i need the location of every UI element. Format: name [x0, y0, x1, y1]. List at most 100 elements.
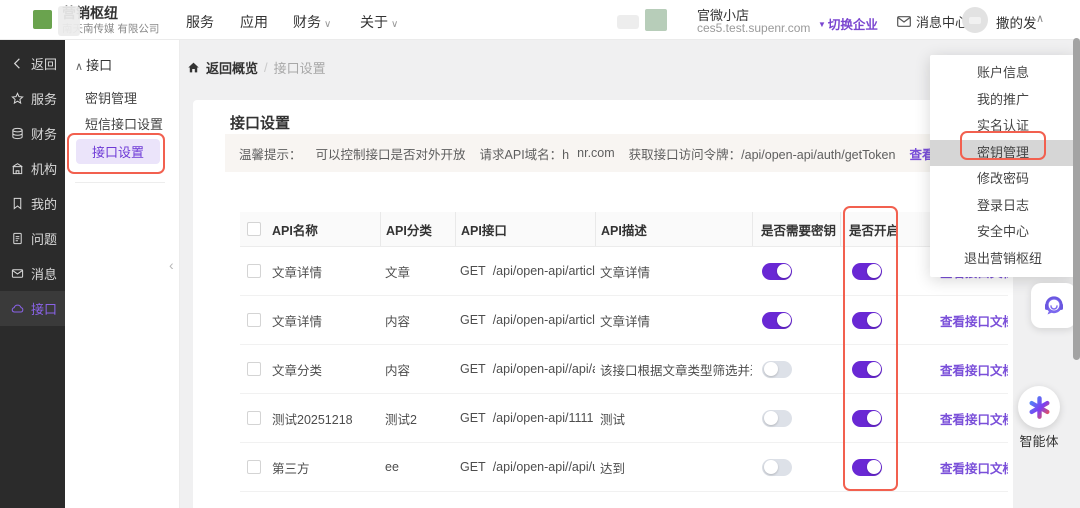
- view-api-docs-link[interactable]: 查看接口文档: [940, 311, 1008, 330]
- api-name: 测试20251218: [270, 394, 380, 442]
- need-key-toggle[interactable]: [762, 312, 792, 329]
- star-icon: [11, 92, 24, 105]
- need-key-toggle[interactable]: [762, 459, 792, 476]
- api-category: ee: [380, 443, 455, 491]
- sidebar-collapse-handle[interactable]: ‹: [169, 257, 174, 273]
- column-header-api-endpoint: API接口: [455, 212, 595, 246]
- page-title: 接口设置: [230, 112, 290, 133]
- nav-item-finance[interactable]: 财务∨: [293, 12, 331, 32]
- nav-item-apps[interactable]: 应用: [240, 12, 268, 32]
- need-key-toggle[interactable]: [762, 361, 792, 378]
- doc-icon: [11, 232, 24, 245]
- row-checkbox[interactable]: [247, 460, 261, 474]
- scrollbar-thumb[interactable]: [1073, 38, 1080, 360]
- enabled-toggle[interactable]: [852, 361, 882, 378]
- sidebar-item-finance[interactable]: 财务: [0, 116, 65, 151]
- submenu-item-key-management[interactable]: 密钥管理: [85, 88, 137, 107]
- submenu-header[interactable]: ∧接口: [75, 55, 112, 74]
- view-api-docs-link[interactable]: 查看接口文档: [940, 458, 1008, 477]
- table-row: 测试20251218 测试2 GET/api/open-api/1111复制 测…: [240, 394, 1008, 443]
- api-description: 达到: [595, 443, 752, 491]
- ai-agent-label: 智能体: [1014, 431, 1064, 450]
- shop-logo: [645, 9, 667, 31]
- switch-company-button[interactable]: ▼切换企业: [818, 14, 878, 33]
- redaction-patch: [617, 15, 639, 29]
- row-checkbox[interactable]: [247, 362, 261, 376]
- api-description: 测试: [595, 394, 752, 442]
- api-endpoint: GET/api/open-api//api/us: [455, 443, 595, 491]
- table-row: 第三方 ee GET/api/open-api//api/us 达到 查看接口文…: [240, 443, 1008, 492]
- menu-item-real-name-auth[interactable]: 实名认证: [930, 113, 1076, 140]
- api-name: 文章分类: [270, 345, 380, 393]
- menu-item-login-logs[interactable]: 登录日志: [930, 193, 1076, 220]
- table-row: 文章分类 内容 GET/api/open-api//api/art 该接口根据文…: [240, 345, 1008, 394]
- api-endpoint: GET/api/open-api/article: [455, 296, 595, 344]
- chevron-down-icon: ∨: [324, 19, 331, 30]
- api-description: 该接口根据文章类型筛选并返回: [595, 345, 752, 393]
- app-screen: 营销枢纽 南天南传媒 有限公司 服务 应用 财务∨ 关于∨ 官微小店 ces5.…: [0, 0, 1080, 508]
- mail-icon: [11, 267, 24, 280]
- row-checkbox[interactable]: [247, 411, 261, 425]
- api-endpoint: GET/api/open-api//api/art: [455, 345, 595, 393]
- breadcrumb-current: 接口设置: [274, 58, 326, 77]
- ai-agent-button[interactable]: [1018, 386, 1060, 428]
- mail-icon: [897, 16, 911, 27]
- breadcrumb-separator: /: [264, 60, 268, 75]
- headset-icon: [1040, 292, 1068, 320]
- sidebar-item-api[interactable]: 接口: [0, 291, 65, 326]
- redaction-patch: [969, 17, 981, 24]
- api-category: 测试2: [380, 394, 455, 442]
- enabled-toggle[interactable]: [852, 410, 882, 427]
- menu-item-security-center[interactable]: 安全中心: [930, 219, 1076, 246]
- row-checkbox[interactable]: [247, 264, 261, 278]
- api-name: 文章详情: [270, 247, 380, 295]
- menu-item-change-password[interactable]: 修改密码: [930, 166, 1076, 193]
- avatar[interactable]: [962, 7, 988, 33]
- view-api-docs-link[interactable]: 查看接口文档: [940, 409, 1008, 428]
- enabled-toggle[interactable]: [852, 312, 882, 329]
- user-name[interactable]: 撒的发: [996, 12, 1037, 32]
- sidebar-item-messages[interactable]: 消息: [0, 256, 65, 291]
- sidebar-item-back[interactable]: 返回: [0, 46, 65, 81]
- column-header-api-description: API描述: [595, 212, 752, 246]
- menu-item-key-management[interactable]: 密钥管理: [930, 140, 1076, 167]
- submenu-item-api-settings[interactable]: 接口设置: [76, 139, 160, 164]
- org-icon: [11, 162, 24, 175]
- enabled-toggle[interactable]: [852, 263, 882, 280]
- column-header-api-name: API名称: [270, 212, 380, 246]
- nav-item-about[interactable]: 关于∨: [360, 12, 398, 32]
- api-category: 文章: [380, 247, 455, 295]
- sidebar-item-services[interactable]: 服务: [0, 81, 65, 116]
- cloud-icon: [11, 302, 24, 315]
- finance-icon: [11, 127, 24, 140]
- need-key-toggle[interactable]: [762, 410, 792, 427]
- enabled-toggle[interactable]: [852, 459, 882, 476]
- api-category: 内容: [380, 345, 455, 393]
- submenu-item-sms-api-settings[interactable]: 短信接口设置: [85, 114, 163, 133]
- column-header-need-key: 是否需要密钥: [752, 212, 840, 246]
- api-description: 文章详情: [595, 296, 752, 344]
- sidebar-item-mine[interactable]: 我的: [0, 186, 65, 221]
- row-checkbox[interactable]: [247, 313, 261, 327]
- view-api-docs-link[interactable]: 查看接口文档: [940, 360, 1008, 379]
- menu-item-logout[interactable]: 退出营销枢纽: [930, 246, 1076, 273]
- api-description: 文章详情: [595, 247, 752, 295]
- chevron-up-icon: ∧: [75, 61, 83, 73]
- nav-item-services[interactable]: 服务: [186, 12, 214, 32]
- menu-item-account-info[interactable]: 账户信息: [930, 60, 1076, 87]
- sidebar-item-organization[interactable]: 机构: [0, 151, 65, 186]
- sidebar-item-questions[interactable]: 问题: [0, 221, 65, 256]
- menu-item-my-promotion[interactable]: 我的推广: [930, 87, 1076, 114]
- notice-domain-label: 请求API域名：h: [480, 144, 570, 163]
- asterisk-icon: [1027, 395, 1052, 420]
- chevron-down-icon: ∨: [391, 19, 398, 30]
- select-all-checkbox[interactable]: [247, 222, 261, 236]
- notice-bar: 温馨提示： 可以控制接口是否对外开放 请求API域名：h nr.com 获取接口…: [225, 134, 985, 172]
- need-key-toggle[interactable]: [762, 263, 792, 280]
- breadcrumb-home[interactable]: 返回概览: [206, 58, 258, 77]
- customer-service-button[interactable]: [1031, 283, 1076, 328]
- notice-domain-suffix: nr.com: [577, 146, 615, 160]
- breadcrumb: 返回概览 / 接口设置: [187, 58, 326, 77]
- notice-token-label: 获取接口访问令牌：/api/open-api/auth/getToken: [629, 144, 896, 163]
- message-center-button[interactable]: 消息中心: [897, 12, 968, 31]
